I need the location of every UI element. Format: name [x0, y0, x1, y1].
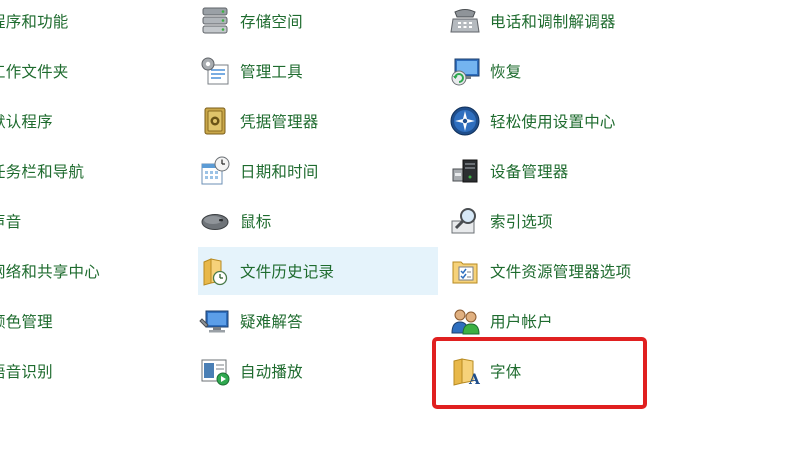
- item-label: 工作文件夹: [0, 63, 69, 81]
- item-sound[interactable]: 声音: [0, 197, 180, 245]
- phone-modem-icon: [448, 4, 482, 38]
- user-accounts-icon: [448, 304, 482, 338]
- mouse-icon: [198, 204, 232, 238]
- item-label: 声音: [0, 213, 22, 231]
- indexing-icon: [448, 204, 482, 238]
- item-user-accounts[interactable]: 用户帐户: [448, 297, 688, 345]
- explorer-options-icon: [448, 254, 482, 288]
- item-color-management[interactable]: 颜色管理: [0, 297, 180, 345]
- item-fonts[interactable]: A 字体: [448, 347, 638, 395]
- item-label: 鼠标: [240, 213, 272, 231]
- item-label: 电话和调制解调器: [490, 13, 616, 31]
- item-taskbar-navigation[interactable]: 任务栏和导航: [0, 147, 180, 195]
- item-label: 管理工具: [240, 63, 303, 81]
- item-label: 字体: [490, 363, 522, 381]
- item-label: 默认程序: [0, 113, 53, 131]
- item-label: 语音识别: [0, 363, 53, 381]
- item-speech-recognition[interactable]: 语音识别: [0, 347, 180, 395]
- item-network-sharing[interactable]: 网络和共享中心: [0, 247, 180, 295]
- autoplay-icon: [198, 354, 232, 388]
- svg-text:A: A: [468, 372, 481, 387]
- control-panel-all-items: 程序和功能 工作文件夹 默认程序 任务栏和导航 声音 网络和共享中心 颜色管理 …: [0, 0, 800, 450]
- item-label: 用户帐户: [490, 313, 553, 331]
- item-label: 轻松使用设置中心: [490, 113, 616, 131]
- calendar-clock-icon: [198, 154, 232, 188]
- item-label: 网络和共享中心: [0, 263, 100, 281]
- item-label: 程序和功能: [0, 13, 69, 31]
- credential-vault-icon: [198, 104, 232, 138]
- item-label: 自动播放: [240, 363, 303, 381]
- item-indexing-options[interactable]: 索引选项: [448, 197, 688, 245]
- file-history-icon: [198, 254, 232, 288]
- item-label: 存储空间: [240, 13, 303, 31]
- item-label: 疑难解答: [240, 313, 303, 331]
- item-phone-modem[interactable]: 电话和调制解调器: [448, 0, 688, 45]
- item-label: 颜色管理: [0, 313, 53, 331]
- item-mouse[interactable]: 鼠标: [198, 197, 438, 245]
- item-troubleshooting[interactable]: 疑难解答: [198, 297, 438, 345]
- item-date-time[interactable]: 日期和时间: [198, 147, 438, 195]
- ease-of-access-icon: [448, 104, 482, 138]
- fonts-folder-icon: A: [448, 354, 482, 388]
- item-label: 日期和时间: [240, 163, 319, 181]
- device-manager-icon: [448, 154, 482, 188]
- storage-icon: [198, 4, 232, 38]
- item-credential-manager[interactable]: 凭据管理器: [198, 97, 438, 145]
- item-default-programs[interactable]: 默认程序: [0, 97, 180, 145]
- admin-tools-icon: [198, 54, 232, 88]
- item-file-history[interactable]: 文件历史记录: [198, 247, 438, 295]
- item-label: 设备管理器: [490, 163, 569, 181]
- item-device-manager[interactable]: 设备管理器: [448, 147, 688, 195]
- item-autoplay[interactable]: 自动播放: [198, 347, 438, 395]
- item-label: 文件资源管理器选项: [490, 263, 632, 281]
- item-ease-of-access[interactable]: 轻松使用设置中心: [448, 97, 688, 145]
- item-explorer-options[interactable]: 文件资源管理器选项: [448, 247, 688, 295]
- item-admin-tools[interactable]: 管理工具: [198, 47, 438, 95]
- recovery-icon: [448, 54, 482, 88]
- item-label: 恢复: [490, 63, 522, 81]
- item-storage-spaces[interactable]: 存储空间: [198, 0, 438, 45]
- item-programs-features[interactable]: 程序和功能: [0, 0, 180, 45]
- item-recovery[interactable]: 恢复: [448, 47, 688, 95]
- item-work-folders[interactable]: 工作文件夹: [0, 47, 180, 95]
- item-label: 文件历史记录: [240, 263, 335, 281]
- troubleshoot-icon: [198, 304, 232, 338]
- item-label: 任务栏和导航: [0, 163, 85, 181]
- item-label: 索引选项: [490, 213, 553, 231]
- item-label: 凭据管理器: [240, 113, 319, 131]
